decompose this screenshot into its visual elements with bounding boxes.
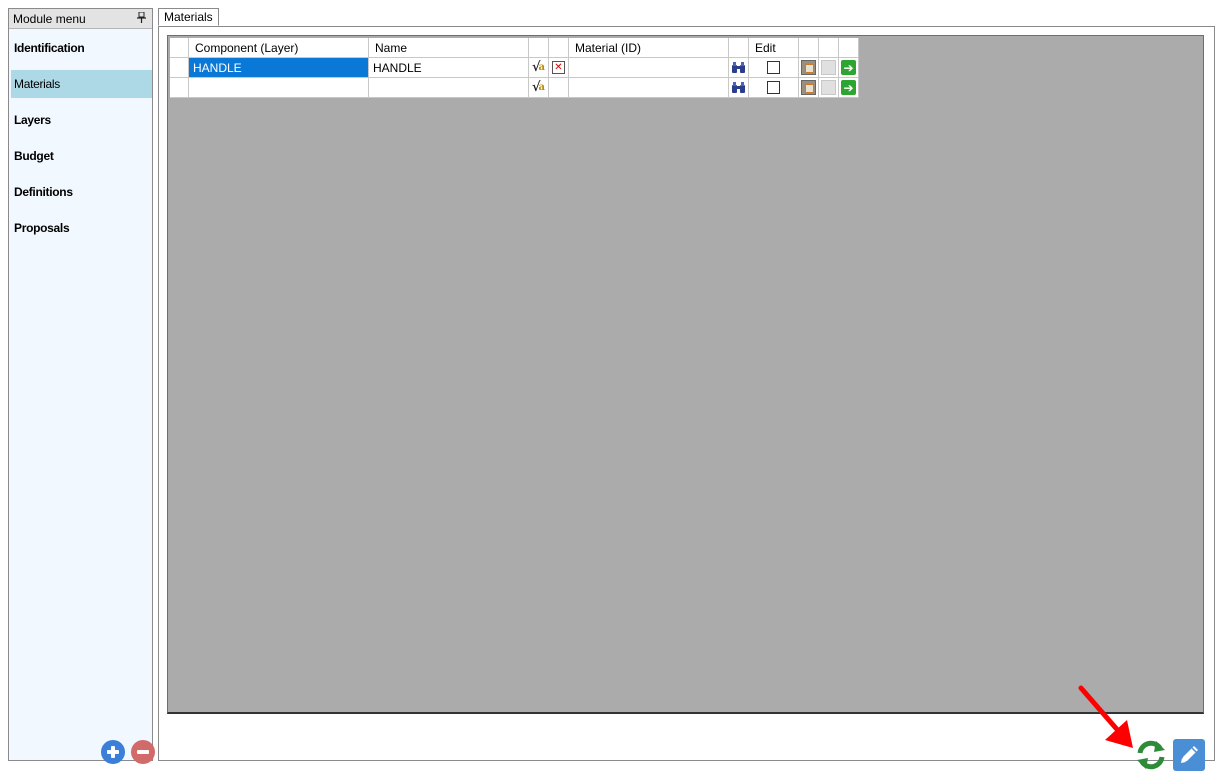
menu-item-label: Proposals [14, 221, 70, 235]
menu-item-identification[interactable]: Identification [11, 34, 152, 62]
add-icon[interactable] [101, 740, 125, 764]
menu-item-layers[interactable]: Layers [11, 106, 152, 134]
grid-area: Component (Layer) Name Material (ID) Edi… [167, 35, 1204, 714]
material-id-cell[interactable] [569, 58, 729, 78]
column-header-blank [819, 38, 839, 58]
module-menu-panel: Module menu Identification Materials Lay… [8, 8, 155, 764]
edit-button[interactable] [1173, 739, 1205, 771]
menu-item-materials[interactable]: Materials [11, 70, 152, 98]
component-cell[interactable] [189, 78, 369, 98]
module-menu-header: Module menu [9, 9, 152, 29]
column-header-search [729, 38, 749, 58]
row-header-corner [170, 38, 189, 58]
module-menu-title: Module menu [13, 11, 86, 26]
pin-icon[interactable] [137, 11, 146, 26]
blank-icon [821, 60, 836, 75]
material-id-cell[interactable] [569, 78, 729, 98]
materials-grid: Component (Layer) Name Material (ID) Edi… [170, 38, 859, 98]
row-header[interactable] [170, 78, 189, 98]
table-row[interactable]: HANDLE HANDLE √ a ✕ ➔ [170, 58, 859, 78]
delete-cell[interactable]: ✕ [549, 58, 569, 78]
search-cell[interactable] [729, 58, 749, 78]
formula-icon[interactable]: √ a [531, 80, 546, 95]
column-header-name[interactable]: Name [369, 38, 529, 58]
main-panel: Materials Component (Layer) Name Materia… [158, 8, 1215, 771]
edit-item-icon[interactable] [801, 60, 816, 75]
binoculars-icon[interactable] [731, 60, 746, 75]
tab-materials[interactable]: Materials [158, 8, 219, 26]
blank-cell [819, 58, 839, 78]
blank-icon [821, 80, 836, 95]
refresh-icon [1137, 740, 1165, 770]
red-arrow-annotation [1078, 685, 1133, 748]
edit-item-cell[interactable] [799, 78, 819, 98]
menu-item-label: Budget [14, 149, 54, 163]
formula-icon[interactable]: √ a [531, 60, 546, 75]
grid-header-row: Component (Layer) Name Material (ID) Edi… [170, 38, 859, 58]
column-header-edit[interactable]: Edit [749, 38, 799, 58]
formula-cell[interactable]: √ a [529, 78, 549, 98]
column-header-edit-item [799, 38, 819, 58]
edit-checkbox[interactable] [767, 81, 780, 94]
name-cell[interactable]: HANDLE [369, 58, 529, 78]
column-header-formula [529, 38, 549, 58]
menu-item-label: Definitions [14, 185, 73, 199]
component-cell[interactable]: HANDLE [189, 58, 369, 78]
go-arrow-icon[interactable]: ➔ [841, 60, 856, 75]
go-arrow-icon[interactable]: ➔ [841, 80, 856, 95]
edit-checkbox-cell[interactable] [749, 58, 799, 78]
delete-icon[interactable]: ✕ [552, 61, 565, 74]
edit-checkbox[interactable] [767, 61, 780, 74]
menu-item-label: Layers [14, 113, 51, 127]
content-frame: Component (Layer) Name Material (ID) Edi… [158, 26, 1215, 771]
tab-strip: Materials [158, 8, 1215, 27]
search-cell[interactable] [729, 78, 749, 98]
remove-icon[interactable] [131, 740, 155, 764]
row-header[interactable] [170, 58, 189, 78]
delete-cell [549, 78, 569, 98]
column-header-go [839, 38, 859, 58]
pencil-icon [1181, 746, 1198, 763]
go-cell[interactable]: ➔ [839, 58, 859, 78]
refresh-button[interactable] [1134, 738, 1168, 772]
formula-cell[interactable]: √ a [529, 58, 549, 78]
menu-item-label: Materials [14, 77, 60, 91]
go-cell[interactable]: ➔ [839, 78, 859, 98]
menu-item-definitions[interactable]: Definitions [11, 178, 152, 206]
column-header-material-id[interactable]: Material (ID) [569, 38, 729, 58]
column-header-delete [549, 38, 569, 58]
menu-item-proposals[interactable]: Proposals [11, 214, 152, 242]
binoculars-icon[interactable] [731, 80, 746, 95]
edit-checkbox-cell[interactable] [749, 78, 799, 98]
column-header-component[interactable]: Component (Layer) [189, 38, 369, 58]
tab-label: Materials [164, 10, 213, 24]
table-row[interactable]: √ a ➔ [170, 78, 859, 98]
name-cell[interactable] [369, 78, 529, 98]
menu-item-budget[interactable]: Budget [11, 142, 152, 170]
menu-item-label: Identification [14, 41, 85, 55]
edit-item-icon[interactable] [801, 80, 816, 95]
blank-cell [819, 78, 839, 98]
edit-item-cell[interactable] [799, 58, 819, 78]
